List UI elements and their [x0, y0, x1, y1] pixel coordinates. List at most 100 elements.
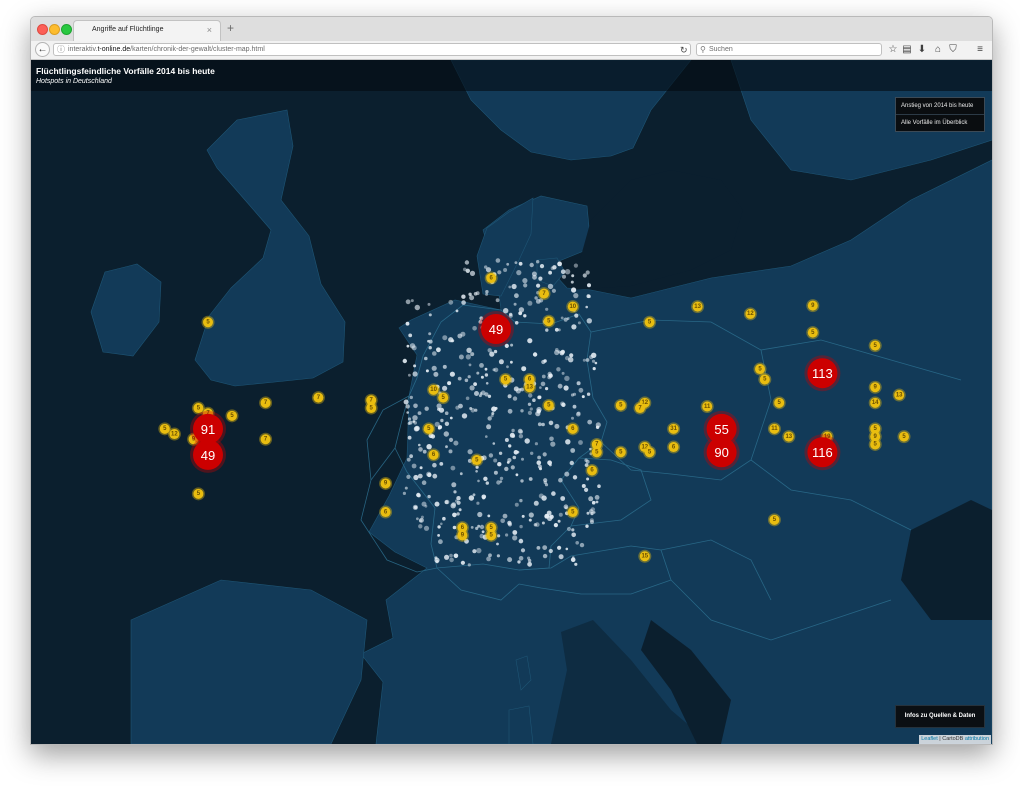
- incident-point[interactable]: [510, 465, 515, 470]
- incident-point[interactable]: [551, 288, 557, 293]
- incident-point[interactable]: [434, 501, 440, 507]
- incident-point[interactable]: [595, 500, 599, 504]
- incident-point[interactable]: [402, 358, 407, 364]
- incident-point[interactable]: [539, 264, 545, 269]
- incident-point[interactable]: [548, 373, 553, 378]
- incident-point[interactable]: [444, 554, 450, 560]
- incident-point[interactable]: [591, 500, 596, 505]
- incident-point[interactable]: [590, 507, 595, 512]
- cluster-marker-medium[interactable]: 5: [542, 314, 556, 328]
- incident-point[interactable]: [439, 462, 444, 466]
- incident-point[interactable]: [407, 417, 412, 421]
- incident-point[interactable]: [532, 398, 536, 403]
- incident-point[interactable]: [445, 445, 448, 449]
- incident-point[interactable]: [460, 560, 465, 565]
- incident-point[interactable]: [536, 260, 540, 264]
- map-canvas[interactable]: 6710 13 9125 555555913145 6131057 775 5 5 127 115…: [31, 60, 992, 744]
- incident-point[interactable]: [537, 464, 542, 469]
- incident-point[interactable]: [508, 285, 512, 289]
- incident-point[interactable]: [584, 487, 589, 492]
- incident-point[interactable]: [560, 401, 565, 407]
- attribution-link[interactable]: attribution: [965, 736, 989, 742]
- cluster-marker-large[interactable]: 49: [478, 311, 514, 347]
- incident-point[interactable]: [572, 475, 578, 480]
- incident-point[interactable]: [521, 366, 527, 372]
- incident-point[interactable]: [480, 375, 484, 379]
- incident-point[interactable]: [442, 364, 447, 369]
- incident-point[interactable]: [486, 556, 491, 562]
- incident-point[interactable]: [442, 335, 448, 341]
- incident-point[interactable]: [524, 438, 530, 444]
- incident-point[interactable]: [453, 553, 459, 559]
- incident-point[interactable]: [424, 356, 428, 361]
- incident-point[interactable]: [405, 299, 411, 305]
- incident-point[interactable]: [550, 441, 556, 447]
- cluster-marker-medium[interactable]: 5: [201, 315, 215, 329]
- incident-point[interactable]: [585, 524, 589, 528]
- incident-point[interactable]: [532, 352, 538, 357]
- incident-point[interactable]: [576, 381, 581, 386]
- incident-point[interactable]: [570, 280, 574, 284]
- incident-point[interactable]: [571, 324, 577, 330]
- incident-point[interactable]: [506, 262, 510, 266]
- incident-point[interactable]: [451, 482, 457, 488]
- incident-point[interactable]: [453, 490, 457, 494]
- incident-point[interactable]: [491, 406, 497, 412]
- incident-point[interactable]: [519, 498, 523, 503]
- incident-point[interactable]: [507, 408, 513, 414]
- incident-point[interactable]: [513, 302, 517, 306]
- incident-point[interactable]: [544, 483, 549, 487]
- incident-point[interactable]: [547, 460, 552, 466]
- incident-point[interactable]: [452, 512, 457, 518]
- cluster-marker-medium[interactable]: 5: [614, 398, 628, 412]
- cluster-marker-medium[interactable]: 5: [566, 505, 580, 519]
- incident-point[interactable]: [584, 458, 588, 462]
- incident-point[interactable]: [520, 479, 524, 483]
- incident-point[interactable]: [405, 404, 410, 409]
- cluster-marker-medium[interactable]: 9: [868, 380, 882, 394]
- incident-point[interactable]: [528, 477, 533, 481]
- incident-point[interactable]: [518, 261, 523, 266]
- incident-point[interactable]: [518, 556, 524, 561]
- incident-point[interactable]: [455, 499, 458, 503]
- incident-point[interactable]: [427, 302, 431, 306]
- new-tab-icon[interactable]: +: [227, 22, 234, 34]
- incident-point[interactable]: [472, 326, 477, 331]
- incident-point[interactable]: [560, 496, 566, 501]
- incident-point[interactable]: [452, 525, 457, 530]
- incident-point[interactable]: [527, 338, 533, 344]
- incident-point[interactable]: [406, 474, 411, 479]
- cluster-marker-medium[interactable]: 7: [259, 432, 273, 446]
- cluster-marker-medium[interactable]: 9: [455, 528, 469, 542]
- cluster-marker-medium[interactable]: 11: [700, 399, 714, 413]
- incident-point[interactable]: [556, 367, 561, 372]
- incident-point[interactable]: [467, 375, 471, 379]
- incident-point[interactable]: [405, 321, 410, 326]
- incident-point[interactable]: [560, 349, 565, 355]
- incident-point[interactable]: [588, 496, 594, 502]
- home-icon[interactable]: ⌂: [932, 44, 944, 55]
- incident-point[interactable]: [511, 283, 517, 290]
- cluster-marker-medium[interactable]: 9: [806, 299, 820, 313]
- incident-point[interactable]: [470, 408, 476, 413]
- incident-point[interactable]: [442, 516, 446, 521]
- incident-point[interactable]: [449, 371, 455, 377]
- incident-point[interactable]: [409, 343, 416, 349]
- cluster-marker-medium[interactable]: 5: [806, 326, 820, 340]
- download-icon[interactable]: ⬇: [916, 44, 928, 55]
- incident-point[interactable]: [551, 491, 556, 496]
- cluster-marker-medium[interactable]: 6: [484, 271, 498, 285]
- cluster-marker-medium[interactable]: 6: [379, 505, 393, 519]
- cluster-marker-medium[interactable]: 13: [892, 388, 906, 402]
- incident-point[interactable]: [425, 369, 429, 373]
- incident-point[interactable]: [579, 542, 585, 548]
- incident-point[interactable]: [574, 313, 579, 318]
- incident-point[interactable]: [451, 502, 457, 507]
- incident-point[interactable]: [507, 522, 512, 527]
- incident-point[interactable]: [448, 437, 454, 442]
- incident-point[interactable]: [416, 517, 419, 521]
- incident-point[interactable]: [528, 512, 534, 518]
- incident-point[interactable]: [537, 455, 541, 460]
- incident-point[interactable]: [412, 420, 416, 423]
- incident-point[interactable]: [499, 476, 504, 481]
